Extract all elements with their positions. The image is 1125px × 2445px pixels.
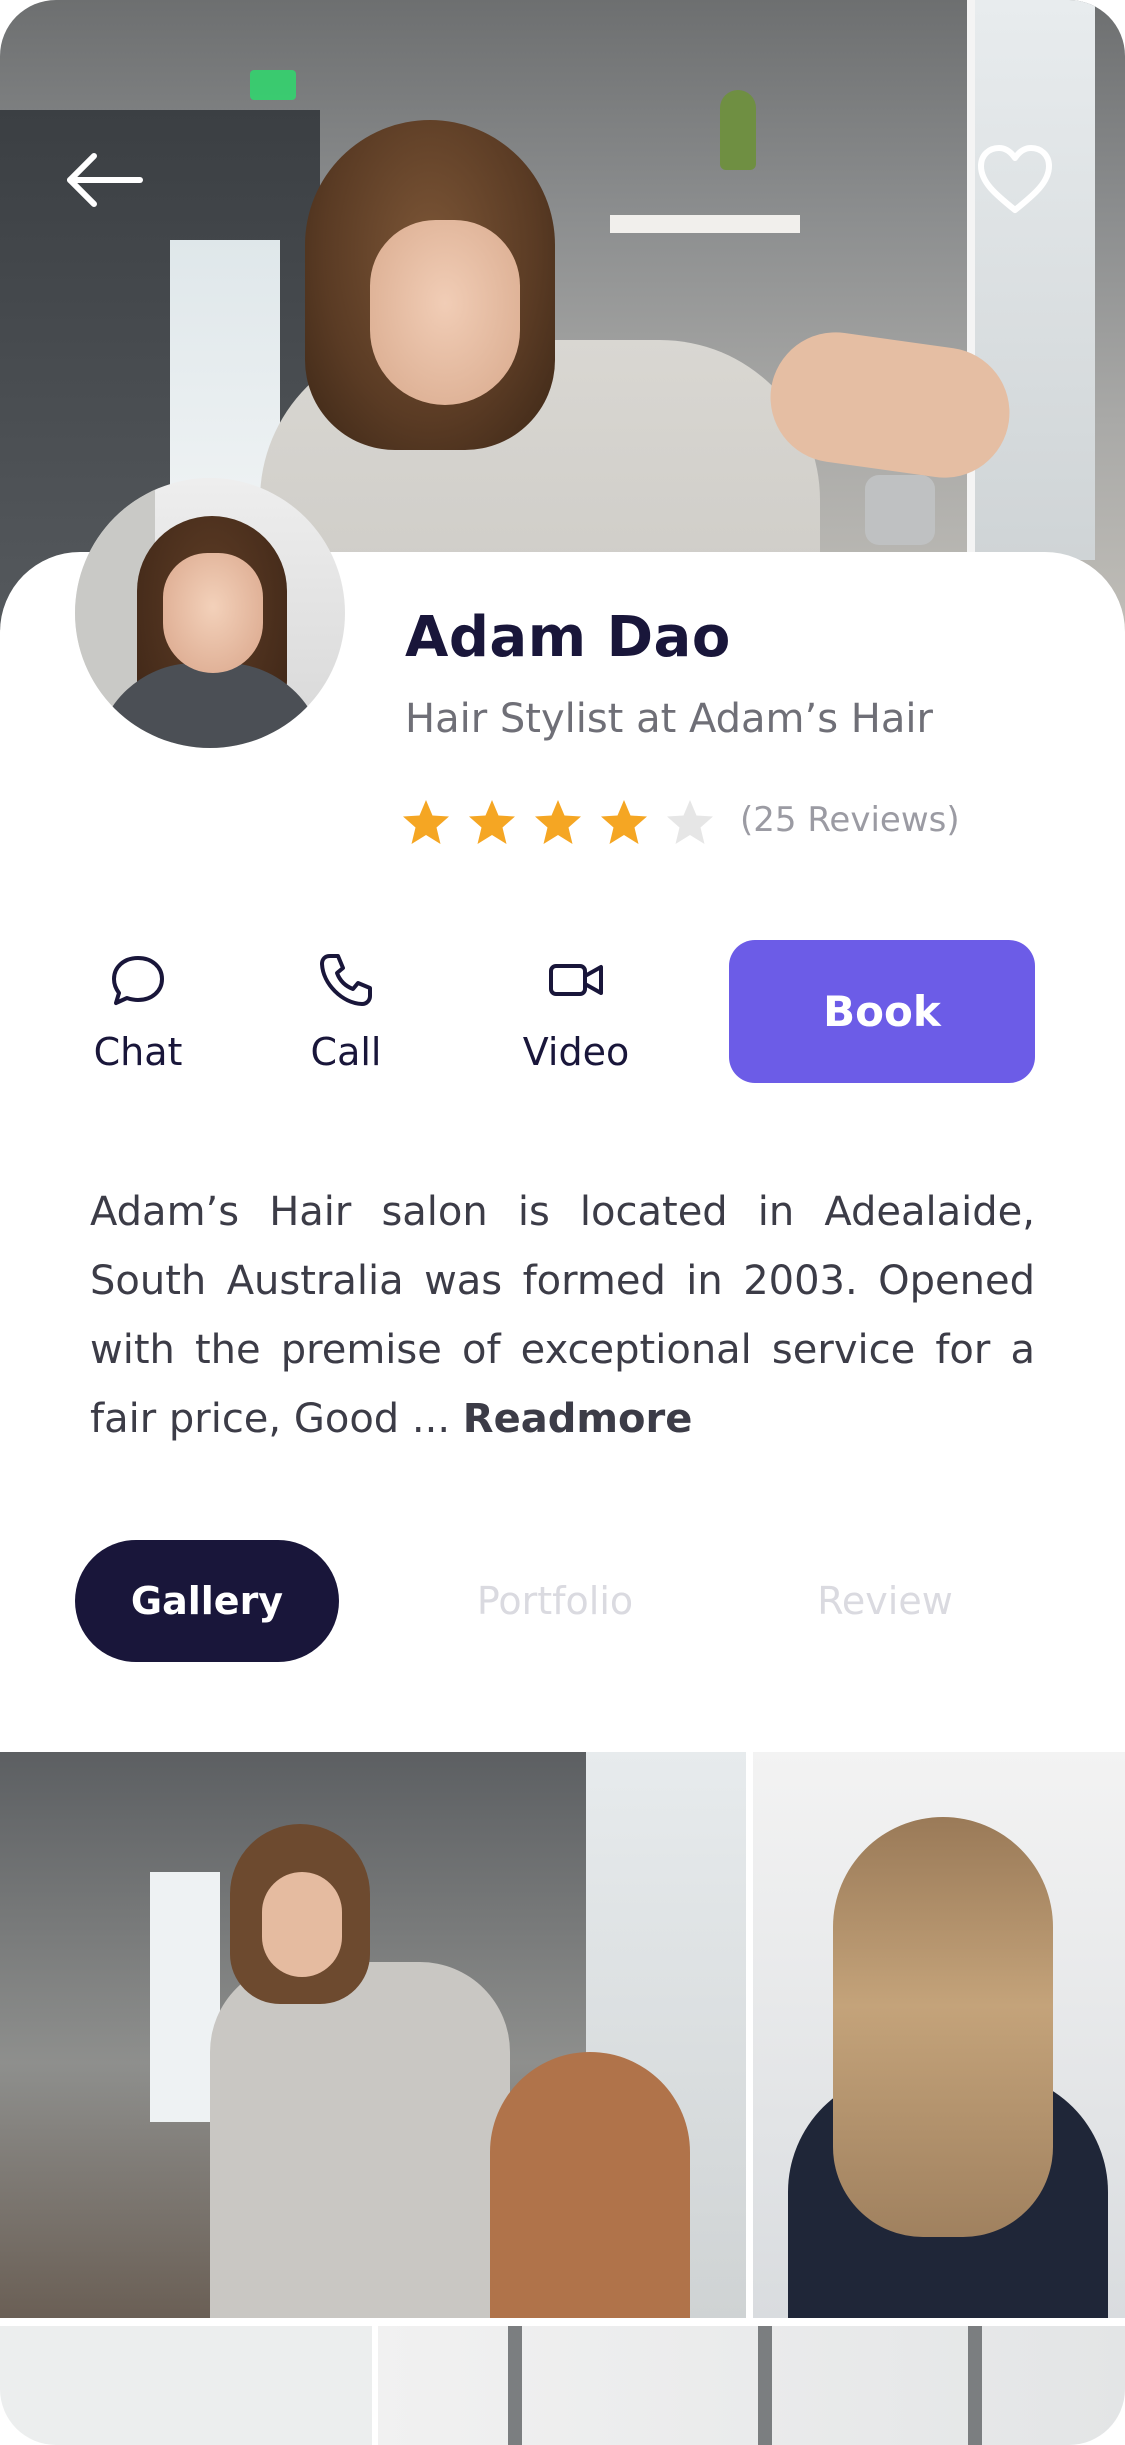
arrow-left-icon <box>67 153 143 207</box>
video-camera-icon <box>549 964 603 996</box>
tab-review[interactable]: Review <box>780 1540 990 1662</box>
favorite-button[interactable] <box>975 142 1055 216</box>
star-icon <box>403 800 449 844</box>
back-button[interactable] <box>62 150 146 210</box>
stylist-title: Hair Stylist at Adam’s Hair <box>405 696 933 742</box>
avatar <box>75 478 345 748</box>
chat-button[interactable]: Chat <box>58 950 218 1090</box>
about-description: Adam’s Hair salon is located in Adealaid… <box>90 1178 1035 1454</box>
chat-label: Chat <box>93 1030 183 1074</box>
star-icon <box>535 800 581 844</box>
readmore-link[interactable]: Readmore <box>463 1396 693 1442</box>
stylist-profile-screen: Adam Dao Hair Stylist at Adam’s Hair (25… <box>0 0 1125 2445</box>
call-label: Call <box>310 1030 382 1074</box>
star-icon <box>601 800 647 844</box>
call-button[interactable]: Call <box>266 950 426 1090</box>
reviews-count[interactable]: (25 Reviews) <box>740 800 960 840</box>
heart-outline-icon <box>978 145 1052 213</box>
book-button[interactable]: Book <box>729 940 1035 1083</box>
gallery-image[interactable] <box>0 2326 372 2445</box>
video-label: Video <box>522 1030 630 1074</box>
gallery-image[interactable] <box>378 2326 1125 2445</box>
gallery-image[interactable] <box>753 1752 1125 2318</box>
stylist-name: Adam Dao <box>405 605 731 670</box>
tab-portfolio[interactable]: Portfolio <box>440 1540 670 1662</box>
phone-icon <box>320 954 372 1006</box>
rating-stars <box>400 795 730 851</box>
star-empty-icon <box>667 800 713 844</box>
star-icon <box>469 800 515 844</box>
chat-bubble-icon <box>112 956 164 1005</box>
tab-gallery[interactable]: Gallery <box>75 1540 339 1662</box>
video-button[interactable]: Video <box>496 950 656 1090</box>
gallery-image[interactable] <box>0 1752 746 2318</box>
